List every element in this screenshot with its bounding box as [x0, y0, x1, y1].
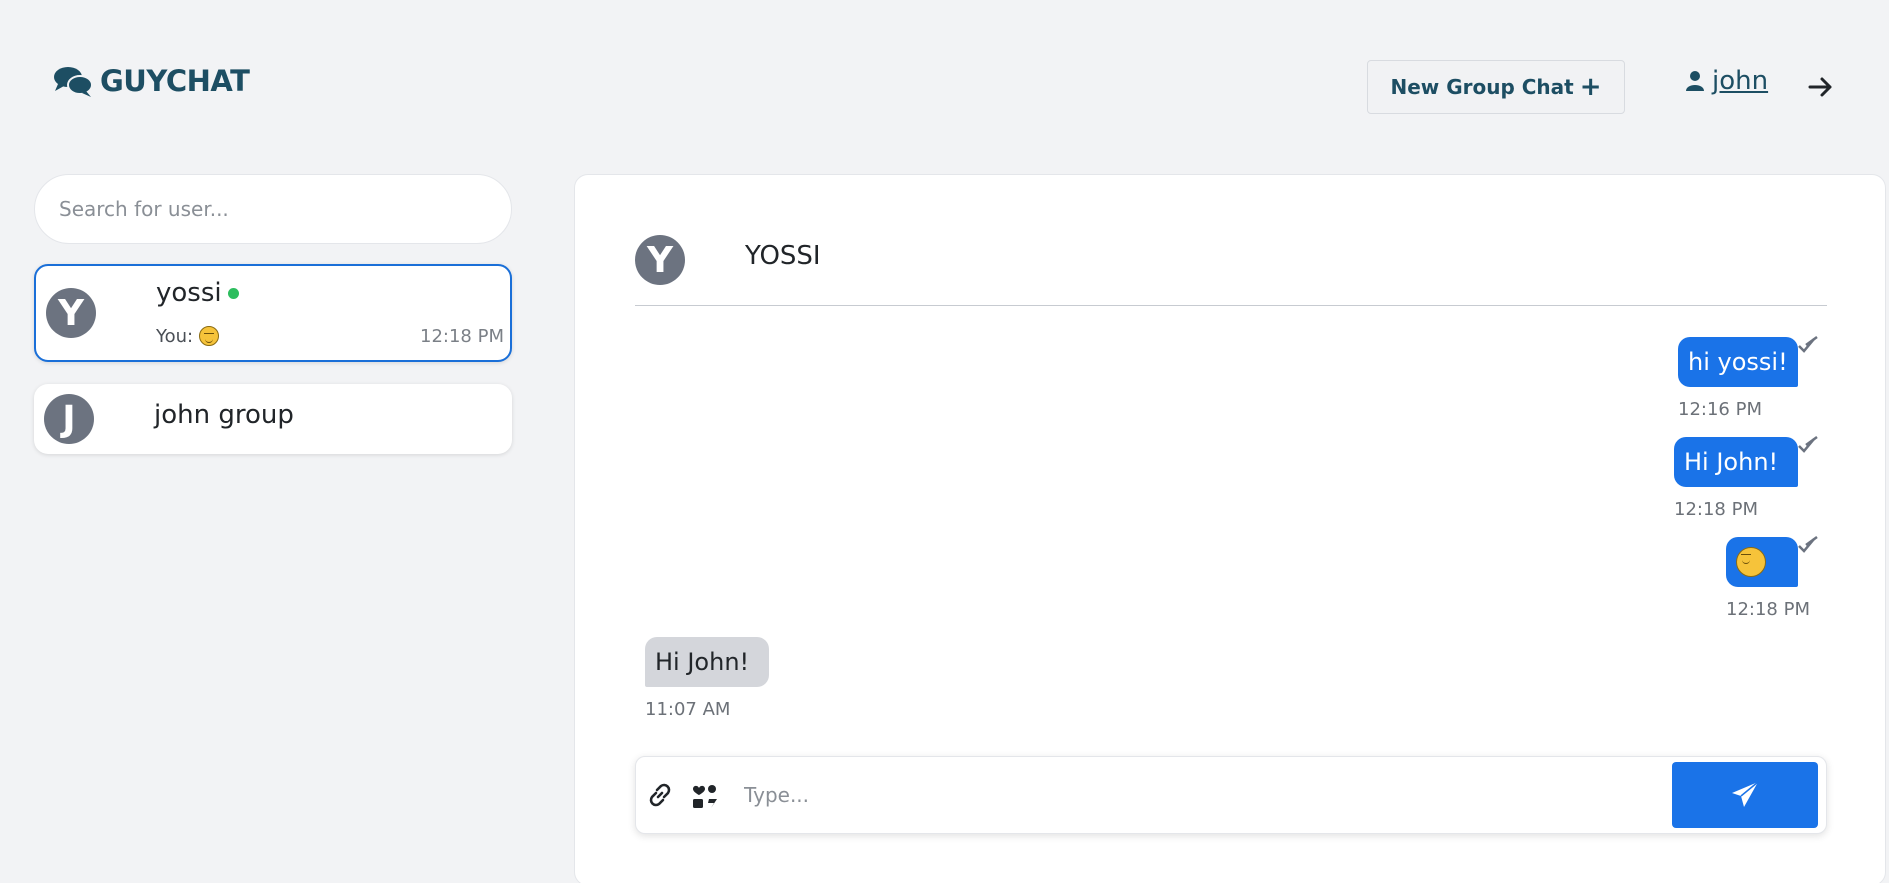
- link-icon[interactable]: [646, 781, 674, 809]
- message-text: Hi John!: [1684, 448, 1779, 476]
- user-profile[interactable]: john: [1686, 66, 1768, 96]
- message-time: 12:18 PM: [1726, 599, 1810, 620]
- plus-icon: +: [1579, 72, 1602, 102]
- message-text: hi yossi!: [1688, 348, 1788, 376]
- double-check-icon: [1798, 535, 1818, 553]
- chat-panel: Y YOSSI hi yossi! 12:16 PM Hi John! 12:1…: [574, 174, 1886, 883]
- incoming-message: Hi John!: [645, 637, 769, 687]
- username-link[interactable]: john: [1712, 66, 1768, 96]
- sticker-icon[interactable]: [690, 781, 720, 811]
- message-text: Hi John!: [655, 648, 750, 676]
- send-button[interactable]: [1672, 762, 1818, 828]
- message-input[interactable]: [744, 773, 1644, 817]
- chat-list-item-john-group[interactable]: J john group: [34, 384, 512, 454]
- outgoing-message: Hi John!: [1674, 437, 1798, 487]
- outgoing-message: [1726, 537, 1798, 587]
- message-time: 12:16 PM: [1678, 399, 1762, 420]
- search-user-input[interactable]: [34, 174, 512, 244]
- new-group-chat-button[interactable]: New Group Chat +: [1367, 60, 1625, 114]
- user-icon: [1686, 71, 1704, 91]
- double-check-icon: [1798, 435, 1818, 453]
- avatar: J: [44, 394, 94, 444]
- smiling-face-emoji: [1736, 547, 1766, 577]
- online-status-dot: [227, 288, 239, 299]
- app-logo[interactable]: GUYCHAT: [52, 64, 250, 98]
- new-group-chat-label: New Group Chat: [1390, 75, 1574, 99]
- divider: [635, 305, 1827, 306]
- message-time: 11:07 AM: [645, 699, 731, 720]
- preview-prefix: You:: [156, 326, 194, 347]
- arrow-right-icon[interactable]: [1806, 72, 1836, 102]
- paper-plane-icon: [1732, 781, 1759, 807]
- chat-name-text: john group: [154, 400, 294, 430]
- avatar: Y: [46, 288, 96, 338]
- chat-header-avatar: Y: [635, 235, 685, 285]
- last-message-preview: You:: [156, 326, 219, 347]
- chat-name: yossi: [156, 278, 239, 308]
- outgoing-message: hi yossi!: [1678, 337, 1798, 387]
- chat-list-item-yossi[interactable]: Y yossi You: 12:18 PM: [34, 264, 512, 362]
- logo-text: GUYCHAT: [100, 64, 250, 98]
- chat-header-name: YOSSI: [745, 241, 821, 271]
- last-message-time: 12:18 PM: [420, 326, 504, 347]
- double-check-icon: [1798, 335, 1818, 353]
- smiling-face-emoji: [198, 326, 219, 346]
- message-time: 12:18 PM: [1674, 499, 1758, 520]
- message-composer: [635, 756, 1827, 834]
- chat-bubbles-icon: [54, 67, 93, 97]
- chat-name-text: yossi: [156, 278, 222, 308]
